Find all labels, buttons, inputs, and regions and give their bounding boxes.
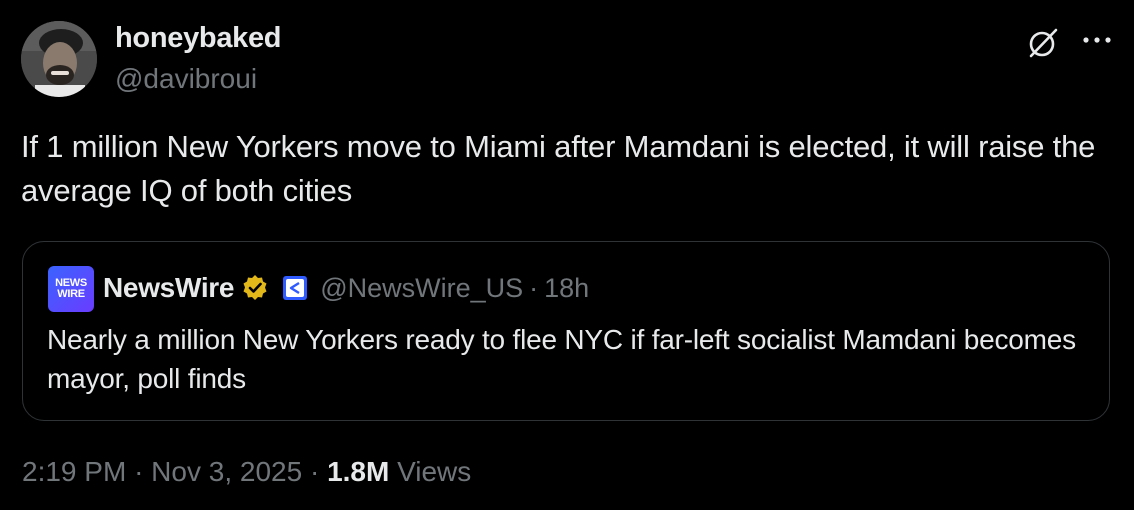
quote-author-handle[interactable]: @NewsWire_US bbox=[320, 273, 523, 304]
quote-avatar-line2: WIRE bbox=[57, 288, 85, 300]
affiliate-badge-icon[interactable] bbox=[282, 275, 308, 301]
author-handle[interactable]: @davibroui bbox=[115, 63, 257, 95]
tweet-card: honeybaked @davibroui If 1 million New Y… bbox=[0, 0, 1134, 510]
tweet-time[interactable]: 2:19 PM bbox=[22, 456, 126, 487]
quote-text: Nearly a million New Yorkers ready to fl… bbox=[47, 324, 1076, 394]
meta-separator: · bbox=[134, 456, 144, 487]
tweet-date[interactable]: Nov 3, 2025 bbox=[151, 456, 302, 487]
author-avatar[interactable] bbox=[21, 21, 97, 97]
tweet-meta: 2:19 PM · Nov 3, 2025 · 1.8M Views bbox=[22, 456, 471, 488]
quoted-tweet[interactable]: NEWS WIRE NewsWire @NewsWire_US · 18h Ne… bbox=[22, 241, 1110, 421]
quote-avatar[interactable]: NEWS WIRE bbox=[48, 266, 94, 312]
meta-separator: · bbox=[309, 456, 320, 487]
grok-icon[interactable] bbox=[1025, 25, 1061, 61]
tweet-text: If 1 million New Yorkers move to Miami a… bbox=[21, 129, 1096, 208]
quote-header: NewsWire @NewsWire_US · 18h bbox=[103, 272, 589, 304]
author-display-name[interactable]: honeybaked bbox=[115, 22, 282, 55]
quote-timestamp[interactable]: 18h bbox=[544, 273, 589, 304]
views-label[interactable]: Views bbox=[397, 456, 471, 487]
verified-badge-icon bbox=[240, 273, 270, 303]
quote-author-name[interactable]: NewsWire bbox=[103, 272, 234, 304]
quote-separator: · bbox=[529, 272, 539, 303]
more-icon[interactable] bbox=[1080, 26, 1114, 56]
views-count[interactable]: 1.8M bbox=[327, 456, 389, 487]
